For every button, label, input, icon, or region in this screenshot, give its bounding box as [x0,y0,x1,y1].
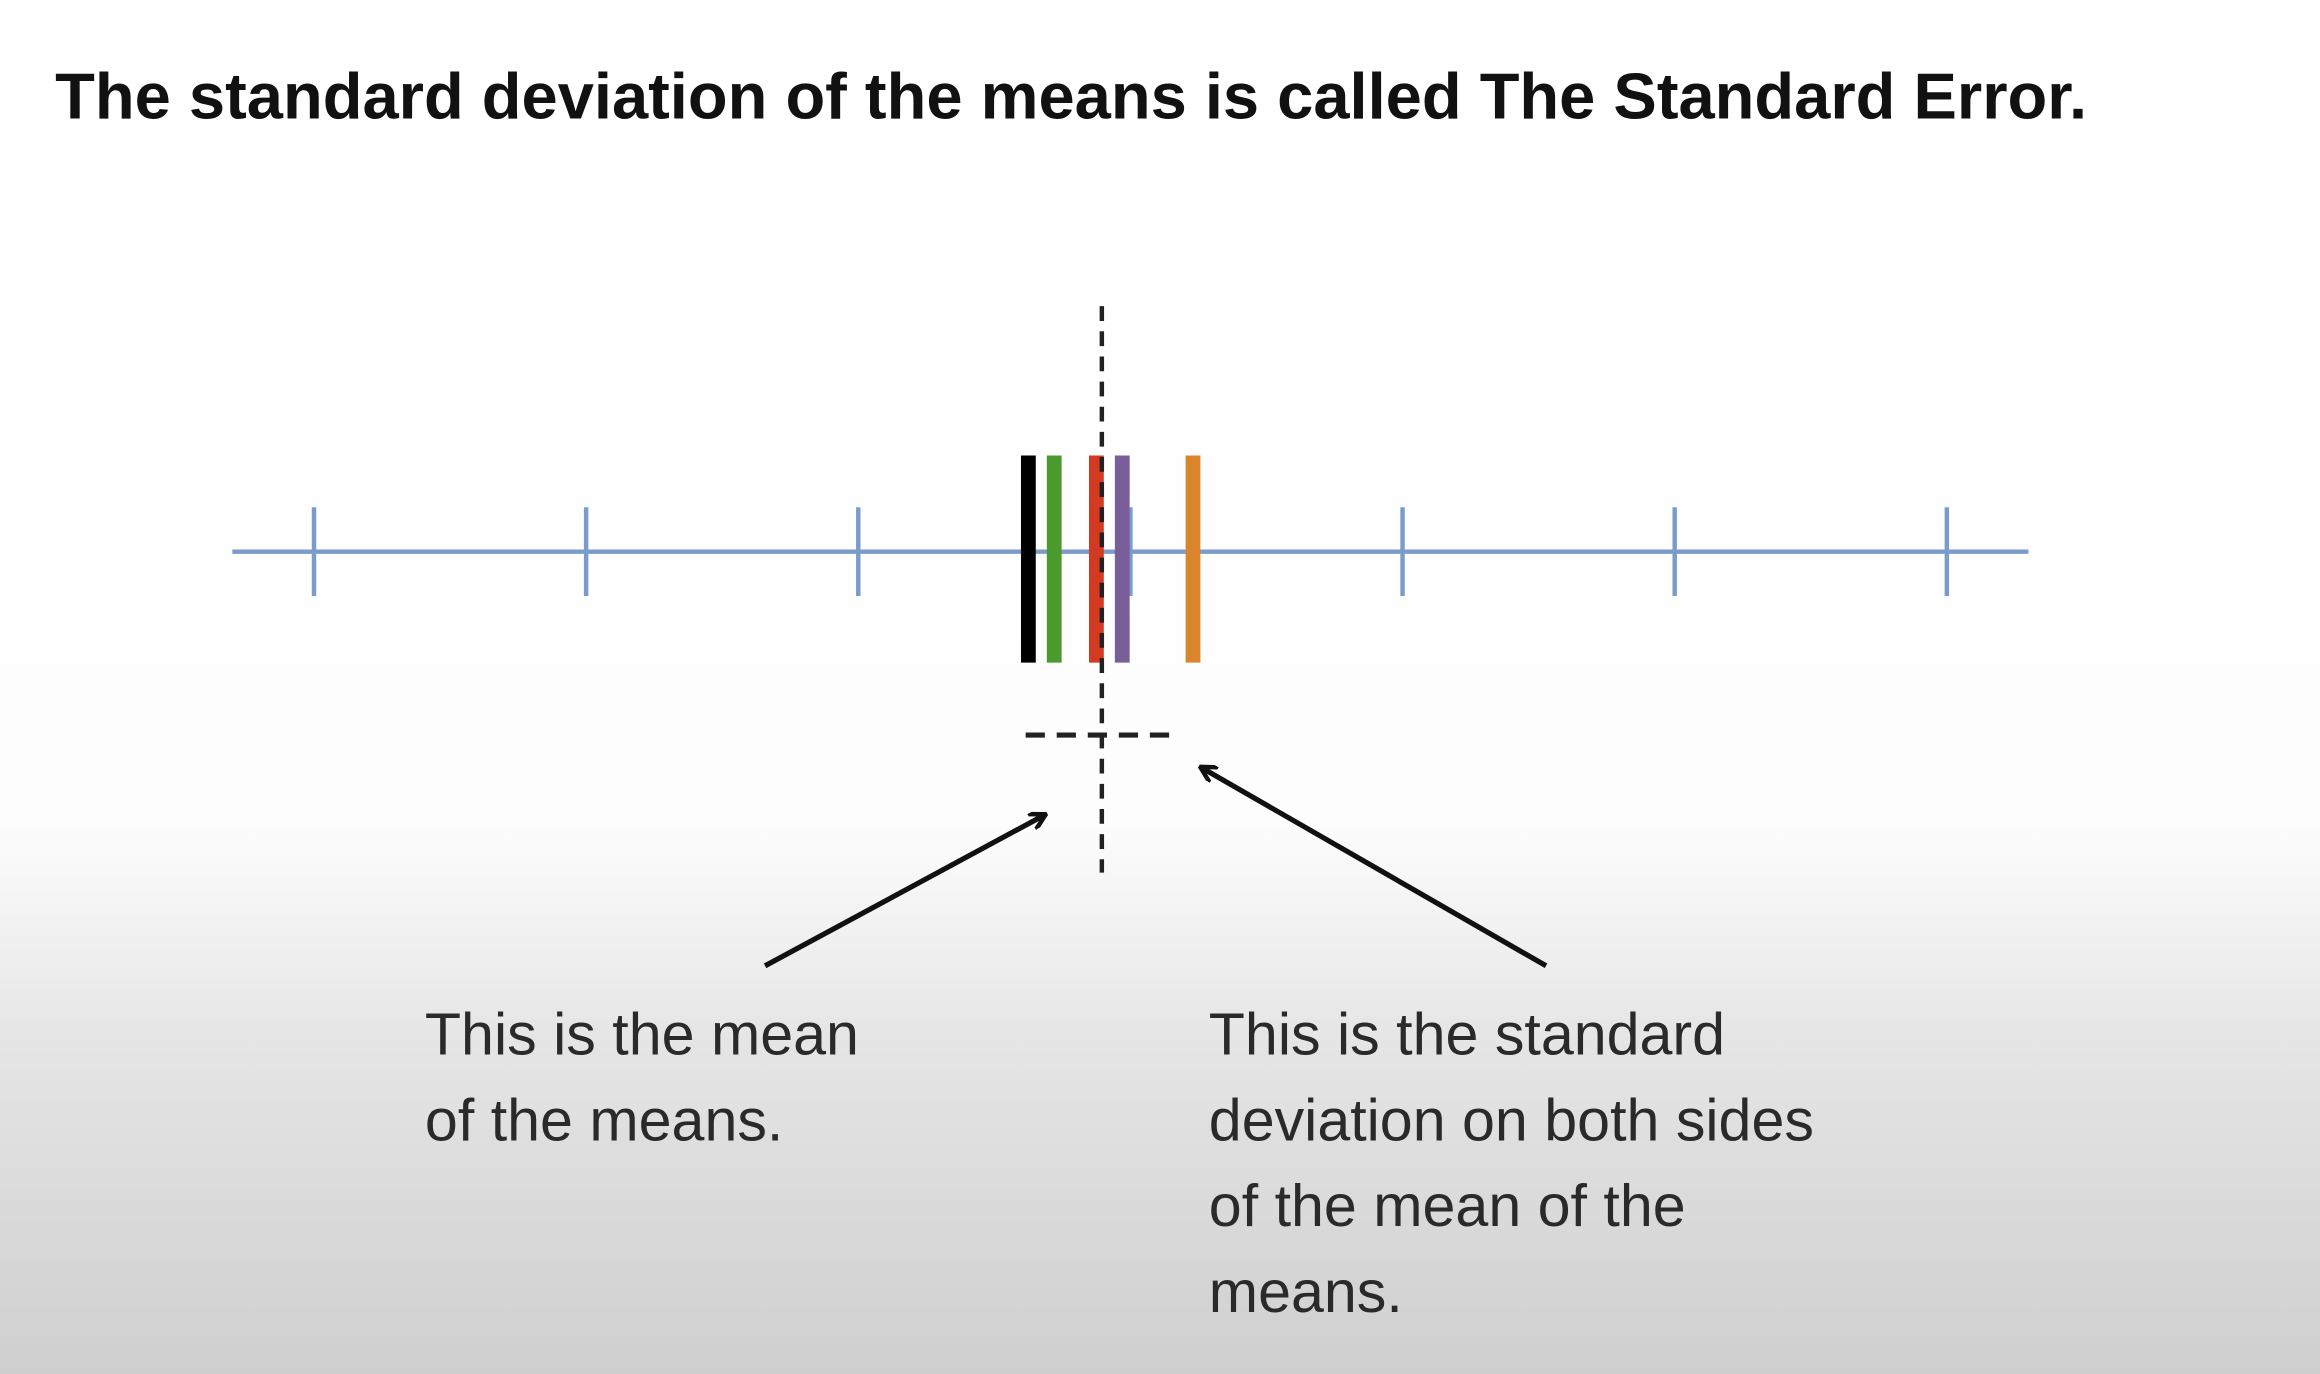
slide: The standard deviation of the means is c… [55,59,2087,1325]
arrow-to-standard-error [1201,768,1548,969]
caption-line: of the mean of the [1209,1172,1686,1239]
caption-line: means. [1209,1258,1403,1325]
slide-title: The standard deviation of the means is c… [55,59,2087,132]
caption-mean-of-means: This is the mean of the means. [425,1001,875,1154]
arrow-to-mean [763,815,1045,969]
number-line-diagram [232,306,2029,873]
caption-line: This is the standard [1209,1001,1725,1068]
caption-line: deviation on both sides [1209,1086,1814,1153]
caption-line: of the means. [425,1086,783,1153]
caption-standard-error: This is the standard deviation on both s… [1209,1001,1831,1325]
caption-line: This is the mean [425,1001,859,1068]
